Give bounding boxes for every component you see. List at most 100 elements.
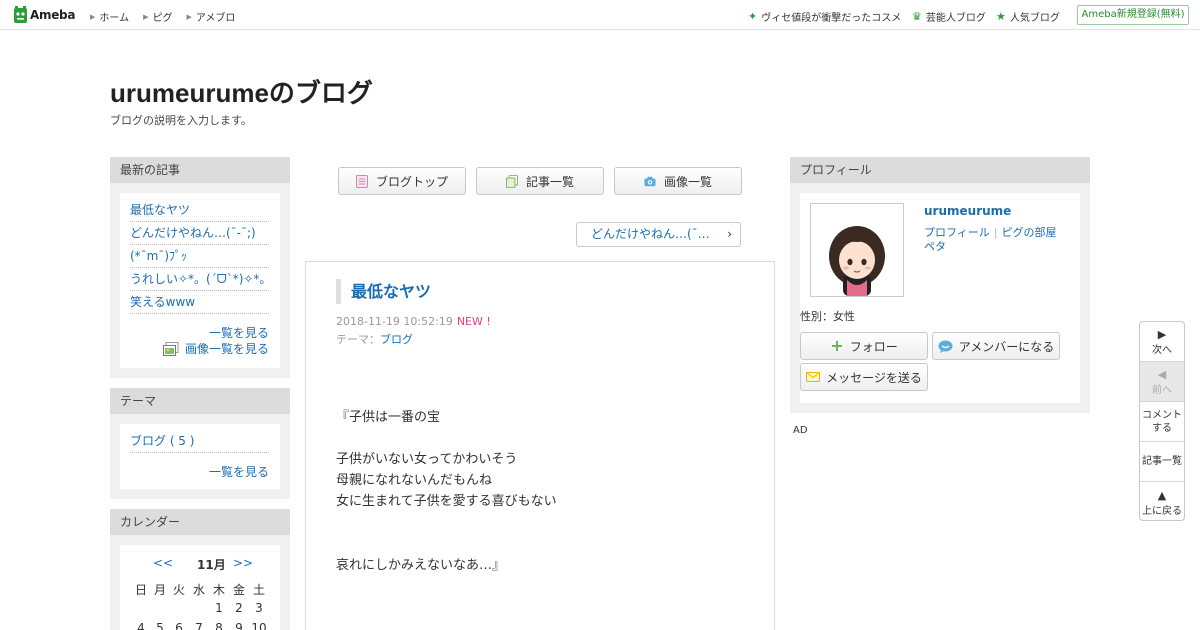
calendar-weekday: 日 — [134, 583, 147, 597]
ameba-logo-text: Ameba — [30, 7, 76, 22]
entry-article: 最低なヤツ 2018-11-19 10:52:19 NEW ! テーマ：ブログ 『… — [305, 261, 775, 630]
calendar-weekday: 金 — [232, 583, 245, 597]
entry-body-line: 子供がいない女ってかわいそう — [336, 452, 518, 467]
promo-celebrity-label: 芸能人ブログ — [925, 13, 986, 24]
entry-date: 2018-11-19 10:52:19 NEW ! — [336, 315, 491, 328]
chevron-right-icon: › — [727, 227, 732, 241]
theme-item-blog[interactable]: ブログ ( 5 ) — [130, 430, 269, 453]
calendar-day: 9 — [235, 621, 243, 630]
copy-documents-icon — [505, 174, 518, 188]
comment-label-line2: する — [1152, 423, 1172, 434]
profile-name[interactable]: urumeurume — [924, 204, 1011, 218]
next-label: 次へ — [1152, 345, 1172, 356]
calendar-heading: カレンダー — [110, 509, 290, 535]
image-list-label: 画像一覧を見る — [184, 342, 269, 356]
calendar-next-month[interactable]: >> — [233, 556, 253, 570]
theme-more-link[interactable]: 一覧を見る — [209, 463, 269, 480]
amember-label: アメンバーになる — [958, 339, 1055, 354]
profile-gender: 性別：女性 — [800, 310, 855, 323]
send-message-button[interactable]: メッセージを送る — [800, 363, 928, 391]
nav-pigg-label: ピグ — [152, 13, 173, 24]
triangle-right-icon: ▶ — [1157, 328, 1167, 341]
promo-celebrity-blog[interactable]: ♛ 芸能人ブログ — [912, 9, 986, 24]
triangle-right-icon: ▶ — [143, 12, 149, 21]
follow-button[interactable]: + フォロー — [800, 332, 928, 360]
ameba-logo[interactable]: Ameba — [14, 6, 75, 23]
calendar-day: 2 — [235, 601, 243, 615]
peta-link[interactable]: ペタ — [924, 238, 946, 254]
recent-entries-box: 最新の記事 最低なヤツ どんだけやねん…(¯-¯;) (*¯m¯)ﾌﾟｯ うれし… — [110, 157, 290, 378]
entry-body-line: 母親になれないんだもんね — [336, 473, 493, 488]
avatar-illustration — [811, 204, 903, 296]
nav-pigg[interactable]: ▶ ピグ — [143, 9, 173, 25]
entry-list-float-button[interactable]: 記事一覧 — [1140, 442, 1184, 482]
pigg-room-link[interactable]: ピグの部屋 — [1002, 226, 1057, 239]
back-to-top-button[interactable]: ▲ 上に戻る — [1140, 482, 1184, 520]
comment-button[interactable]: コメント する — [1140, 402, 1184, 442]
register-button[interactable]: Ameba新規登録(無料) — [1077, 5, 1189, 25]
prev-entry-button[interactable]: ◀ 前へ — [1140, 362, 1184, 402]
image-list-link[interactable]: 画像一覧を見る — [162, 340, 269, 357]
triangle-right-icon: ▶ — [90, 12, 96, 21]
entry-list-label: 記事一覧 — [525, 174, 574, 189]
avatar[interactable] — [810, 203, 904, 297]
recent-entry-item[interactable]: 最低なヤツ — [130, 199, 269, 222]
profile-body: urumeurume プロフィール | ピグの部屋 ペタ 性別：女性 + フォロー … — [800, 193, 1080, 403]
calendar-box: カレンダー << 11月 >> 日 月 火 水 木 金 土 1 2 3 4 5 … — [110, 509, 290, 630]
recent-entry-item[interactable]: うれしい✧*。(ˊᗜˋ*)✧*。 — [130, 268, 269, 291]
image-list-button[interactable]: 画像一覧 — [614, 167, 742, 195]
profile-box: プロフィール urumeurume プロフィール | ピグの部屋 ペタ 性別：女性 — [790, 157, 1090, 413]
recent-more-link[interactable]: 一覧を見る — [209, 324, 269, 341]
calendar-day: 7 — [195, 621, 203, 630]
follow-label: フォロー — [849, 339, 898, 354]
global-nav: ▶ ホーム ▶ ピグ ▶ アメブロ — [90, 9, 249, 25]
calendar-day: 1 — [215, 601, 223, 615]
global-header: Ameba ▶ ホーム ▶ ピグ ▶ アメブロ ✦ ヴィセ値段が衝撃だったコスメ ♛ 芸能… — [0, 0, 1200, 30]
blog-top-label: ブログトップ — [375, 174, 448, 189]
recent-entry-item[interactable]: (*¯m¯)ﾌﾟｯ — [130, 245, 269, 268]
entry-theme: テーマ：ブログ — [336, 331, 413, 347]
amember-button[interactable]: アメンバーになる — [932, 332, 1060, 360]
blog-title[interactable]: urumeurumeのブログ — [110, 73, 373, 110]
comment-label-line1: コメント — [1142, 410, 1182, 421]
nav-ameblo[interactable]: ▶ アメブロ — [186, 9, 235, 25]
entry-theme-link[interactable]: ブログ — [380, 333, 413, 346]
calendar-body: << 11月 >> 日 月 火 水 木 金 土 1 2 3 4 5 6 7 8 … — [120, 545, 280, 630]
profile-heading: プロフィール — [790, 157, 1090, 183]
calendar-weekday: 水 — [192, 583, 205, 597]
recent-entry-item[interactable]: 笑えるwww — [130, 291, 269, 314]
calendar-weekday: 月 — [153, 583, 166, 597]
previous-entry-link[interactable]: どんだけやねん…(¯… › — [576, 222, 741, 247]
triangle-left-icon: ◀ — [1157, 368, 1167, 381]
entry-list-button[interactable]: 記事一覧 — [476, 167, 604, 195]
new-badge: NEW ! — [456, 315, 491, 328]
theme-box: テーマ ブログ ( 5 ) 一覧を見る — [110, 388, 290, 499]
next-entry-button[interactable]: ▶ 次へ — [1140, 322, 1184, 362]
plus-icon: + — [830, 336, 844, 355]
star-icon: ★ — [996, 10, 1006, 23]
envelope-icon — [806, 372, 821, 382]
triangle-right-icon: ▶ — [186, 12, 192, 21]
speech-bubble-icon — [938, 340, 953, 353]
entry-title[interactable]: 最低なヤツ — [336, 279, 431, 304]
calendar-day: 10 — [251, 621, 267, 630]
promo-cosme[interactable]: ✦ ヴィセ値段が衝撃だったコスメ — [748, 9, 901, 24]
calendar-day: 8 — [215, 621, 223, 630]
send-message-label: メッセージを送る — [826, 370, 922, 385]
floating-nav: ▶ 次へ ◀ 前へ コメント する 記事一覧 ▲ 上に戻る — [1139, 321, 1185, 521]
link-separator: | — [993, 226, 998, 239]
calendar-weekday: 火 — [172, 583, 185, 597]
calendar-prev-month[interactable]: << — [153, 556, 173, 570]
promo-popular-blog[interactable]: ★ 人気ブログ — [996, 9, 1060, 24]
sparkle-icon: ✦ — [748, 10, 758, 23]
image-list-label: 画像一覧 — [663, 174, 712, 189]
blog-top-button[interactable]: ブログトップ — [338, 167, 466, 195]
crown-icon: ♛ — [912, 10, 922, 23]
theme-heading: テーマ — [110, 388, 290, 414]
image-gallery-icon — [162, 341, 179, 356]
nav-home[interactable]: ▶ ホーム — [90, 9, 129, 25]
recent-entry-item[interactable]: どんだけやねん…(¯-¯;) — [130, 222, 269, 245]
promo-popular-label: 人気ブログ — [1009, 13, 1060, 24]
calendar-weekday: 土 — [252, 583, 265, 597]
calendar-day: 6 — [175, 621, 183, 630]
